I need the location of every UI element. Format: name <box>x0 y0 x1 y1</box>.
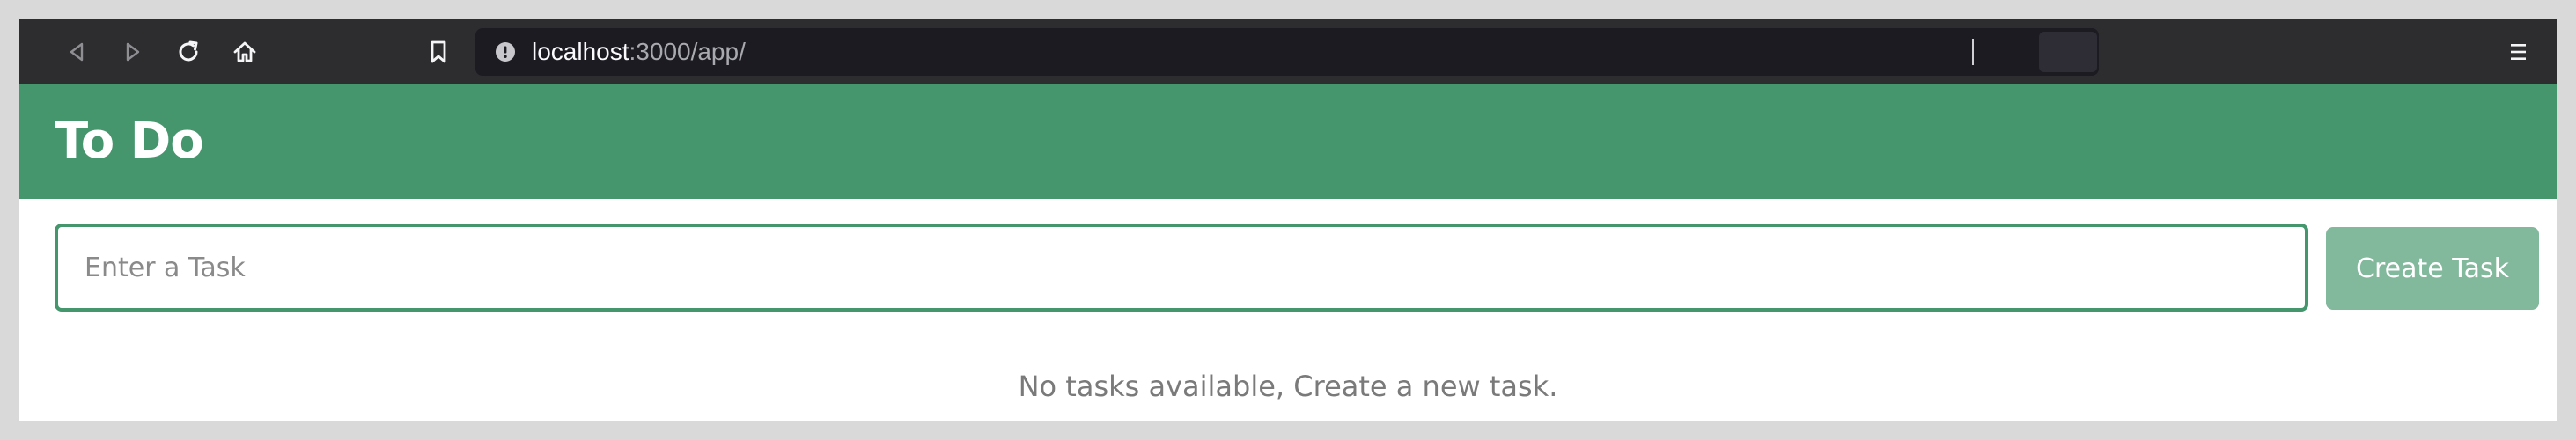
app-header: To Do <box>19 84 2557 199</box>
home-icon <box>233 41 256 62</box>
create-task-button[interactable]: Create Task <box>2326 227 2539 310</box>
reload-button[interactable] <box>171 34 206 70</box>
url-host: localhost <box>532 38 629 65</box>
url-bar[interactable]: localhost:3000/app/ <box>475 28 2099 76</box>
forward-arrow-icon <box>126 42 140 62</box>
url-bar-action-button[interactable] <box>2039 32 2097 72</box>
bookmark-icon <box>431 40 446 63</box>
url-path: :3000/app/ <box>629 38 746 65</box>
reload-icon <box>179 40 198 62</box>
bookmark-button[interactable] <box>421 34 456 70</box>
task-input[interactable] <box>55 224 2308 312</box>
back-button[interactable] <box>60 34 95 70</box>
page-title: To Do <box>55 113 204 170</box>
hamburger-menu-icon <box>2511 44 2526 60</box>
home-button[interactable] <box>227 34 262 70</box>
info-icon[interactable] <box>495 41 516 62</box>
forward-button[interactable] <box>114 34 150 70</box>
empty-state-message: No tasks available, Create a new task. <box>1018 370 1558 403</box>
browser-toolbar: localhost:3000/app/ <box>19 19 2557 84</box>
text-caret <box>1972 39 1974 65</box>
menu-button[interactable] <box>2500 34 2536 70</box>
url-text[interactable]: localhost:3000/app/ <box>532 28 746 76</box>
back-arrow-icon <box>70 42 84 62</box>
browser-window: localhost:3000/app/ To Do Create Task No… <box>19 19 2557 421</box>
